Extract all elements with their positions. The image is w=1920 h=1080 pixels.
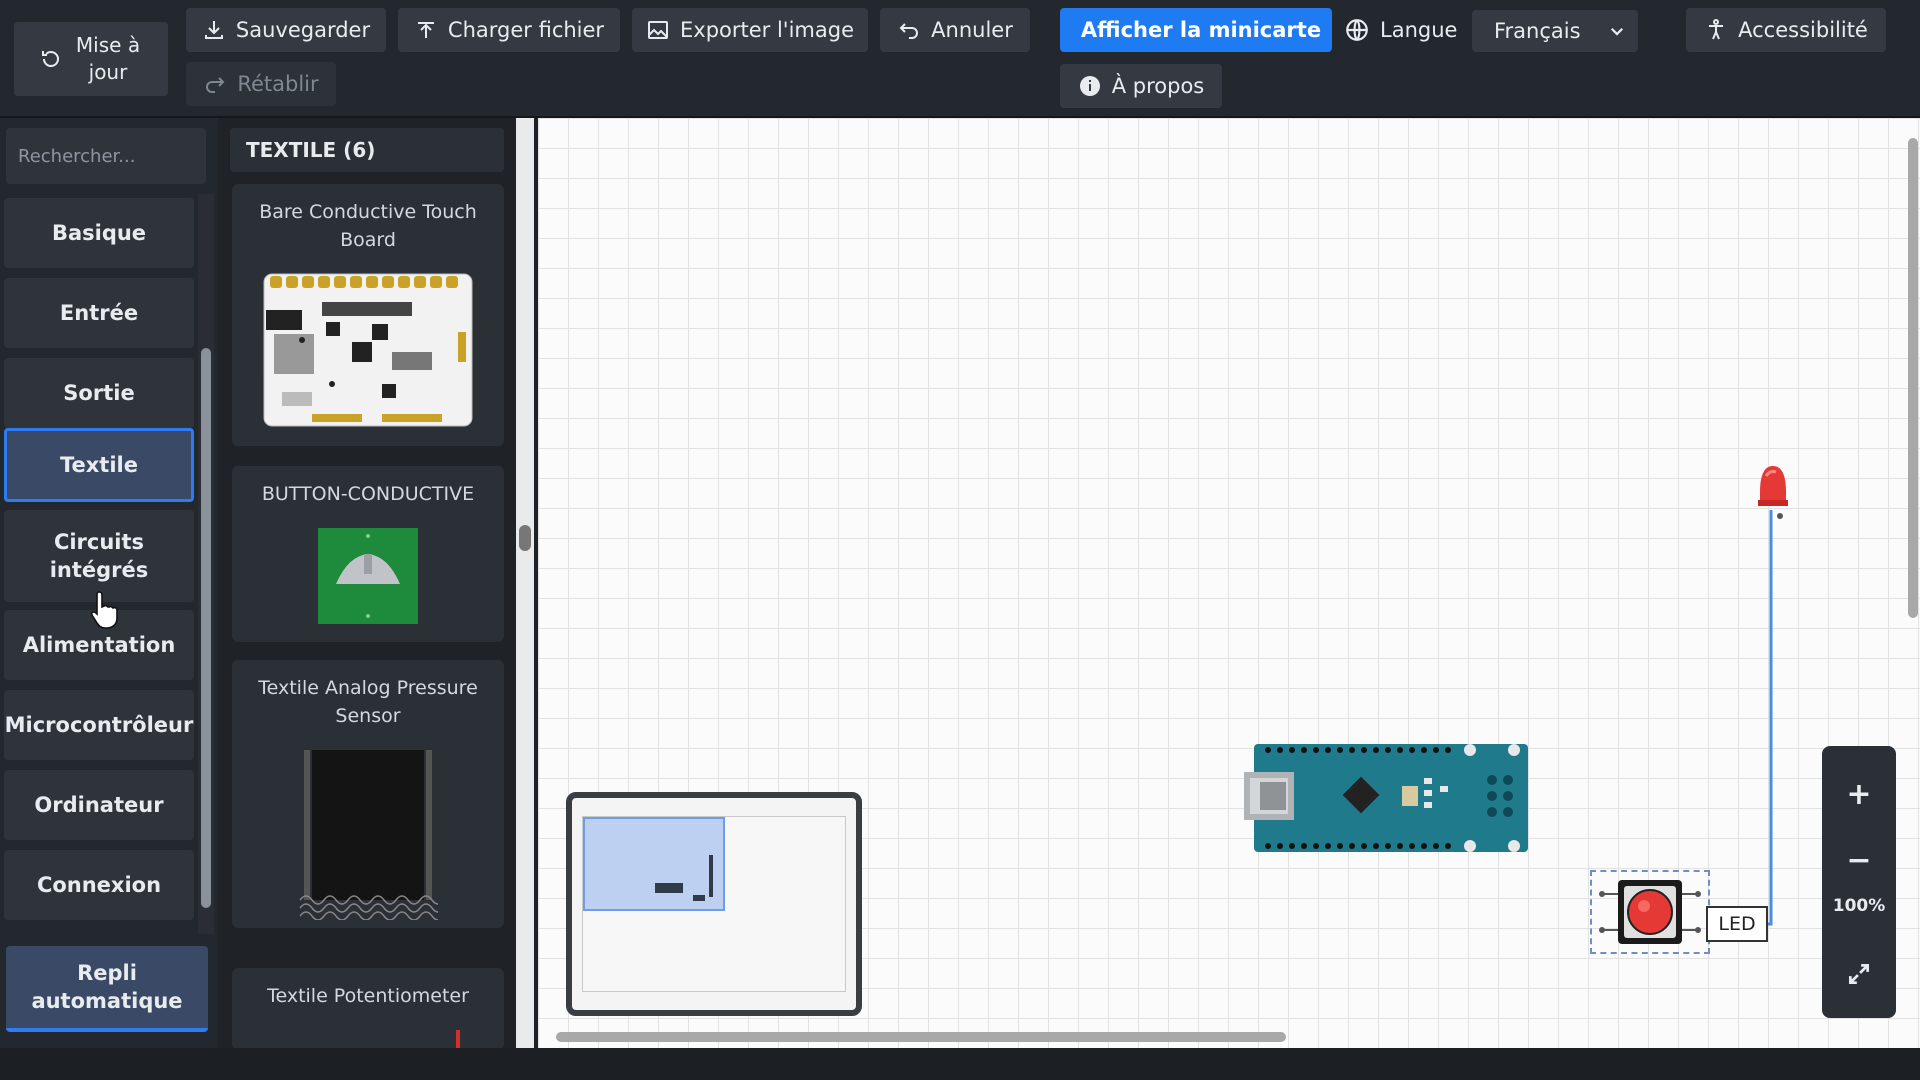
auto-collapse-label: Repli automatique [31, 961, 183, 1013]
category-basique[interactable]: Basique [4, 198, 194, 268]
component-card-button-conductive[interactable]: BUTTON-CONDUCTIVE [232, 466, 504, 642]
component-name: Textile Potentiometer [267, 985, 469, 1007]
potentiometer-image [456, 1030, 460, 1050]
category-label: Alimentation [22, 633, 176, 657]
component-scrollbar-thumb[interactable] [519, 525, 531, 551]
category-label: Connexion [36, 873, 162, 897]
led-component[interactable] [1756, 462, 1790, 526]
category-ordinateur[interactable]: Ordinateur [4, 770, 194, 840]
search-placeholder: Rechercher... [18, 145, 136, 167]
component-card-pressure-sensor[interactable]: Textile Analog Pressure Sensor [232, 660, 504, 928]
component-name: Bare Conductive Touch Board [259, 201, 477, 251]
save-button[interactable]: Sauvegarder [186, 8, 386, 52]
about-button[interactable]: À propos [1060, 64, 1222, 108]
load-file-label: Charger fichier [447, 18, 605, 42]
category-entree[interactable]: Entrée [4, 278, 194, 348]
undo-icon [899, 23, 919, 39]
zoom-controls: + − 100% [1822, 746, 1896, 1018]
image-icon [648, 21, 668, 39]
component-panel-title: TEXTILE (6) [246, 138, 376, 162]
arduino-nano-component[interactable] [1244, 742, 1534, 856]
auto-collapse-button[interactable]: Repli automatique [6, 946, 208, 1032]
component-panel: TEXTILE (6) Bare Conductive Touch Board [218, 118, 516, 1050]
undo-button[interactable]: Annuler [880, 8, 1030, 52]
touch-board-image [263, 273, 473, 427]
component-panel-header: TEXTILE (6) [230, 128, 504, 172]
language-select[interactable]: Français [1472, 10, 1638, 52]
hand-cursor-icon [90, 591, 118, 629]
load-file-button[interactable]: Charger fichier [398, 8, 620, 52]
led-label: LED [1706, 906, 1768, 942]
minimap-board-marker [655, 883, 683, 893]
undo-label: Annuler [931, 18, 1013, 42]
accessibility-button[interactable]: Accessibilité [1686, 8, 1886, 52]
zoom-level: 100% [1832, 896, 1886, 916]
expand-icon [1848, 963, 1870, 985]
redo-icon [206, 77, 225, 93]
redo-button[interactable]: Rétablir [186, 62, 336, 106]
upload-icon [417, 22, 434, 38]
zoom-in-button[interactable]: + [1822, 764, 1896, 824]
info-icon [1079, 76, 1100, 96]
category-label: Microcontrôleur [4, 713, 194, 737]
minimap-frame [582, 816, 846, 992]
category-label: Textile [59, 453, 138, 477]
accessibility-icon [1709, 19, 1724, 40]
category-circuits-integres[interactable]: Circuits intégrés [4, 510, 194, 602]
chevron-down-icon [1610, 27, 1624, 36]
show-minimap-label: Afficher la minicarte [1080, 18, 1322, 42]
category-label: Basique [51, 221, 147, 245]
zoom-out-button[interactable]: − [1822, 830, 1896, 890]
category-label: Ordinateur [34, 793, 164, 817]
category-microcontroleur[interactable]: Microcontrôleur [4, 690, 194, 760]
minimap-led-marker [709, 855, 713, 897]
about-label: À propos [1111, 74, 1205, 98]
canvas-horizontal-scrollbar[interactable] [556, 1032, 1286, 1042]
led-label-text: LED [1718, 913, 1756, 935]
refresh-button[interactable]: Mise à jour [14, 22, 168, 96]
category-label: Sortie [63, 381, 135, 405]
category-scrollbar-thumb[interactable] [201, 348, 211, 908]
toolbar: Mise à jour Sauvegarder Charger fichier … [0, 0, 1920, 118]
download-icon [204, 21, 223, 39]
canvas-vertical-scrollbar[interactable] [1908, 138, 1918, 618]
export-image-label: Exporter l'image [680, 18, 854, 42]
status-bar [0, 1048, 1920, 1080]
category-label: Entrée [59, 301, 139, 325]
minimap-button-marker [693, 895, 705, 901]
push-button-icon [1599, 880, 1701, 944]
category-sortie[interactable]: Sortie [4, 358, 194, 428]
fit-to-screen-button[interactable] [1822, 944, 1896, 1004]
component-card-potentiometer[interactable]: Textile Potentiometer [232, 968, 504, 1050]
component-scrollbar[interactable] [516, 118, 534, 1050]
redo-label: Rétablir [237, 72, 319, 96]
minimap[interactable] [566, 792, 862, 1016]
refresh-label: Mise à jour [75, 33, 141, 84]
button-conductive-image [318, 528, 418, 624]
refresh-icon [42, 51, 59, 67]
pressure-sensor-image [299, 750, 438, 920]
globe-icon [1346, 19, 1368, 41]
component-name: BUTTON-CONDUCTIVE [261, 483, 475, 505]
show-minimap-button[interactable]: Afficher la minicarte [1060, 8, 1332, 52]
category-connexion[interactable]: Connexion [4, 850, 194, 920]
language-label: Langue [1380, 18, 1458, 42]
export-image-button[interactable]: Exporter l'image [632, 8, 868, 52]
language-label-group: Langue [1344, 8, 1457, 52]
category-panel: Rechercher... Basique Entrée Sortie Text… [0, 118, 218, 1050]
push-button-component[interactable] [1590, 870, 1710, 954]
component-name: Textile Analog Pressure Sensor [258, 677, 478, 727]
component-card-touch-board[interactable]: Bare Conductive Touch Board [232, 184, 504, 446]
language-value: Français [1494, 19, 1581, 43]
category-label: Circuits intégrés [49, 530, 149, 582]
accessibility-label: Accessibilité [1738, 18, 1868, 42]
search-input[interactable]: Rechercher... [6, 128, 206, 184]
category-textile[interactable]: Textile [4, 428, 194, 502]
save-label: Sauvegarder [235, 18, 371, 42]
